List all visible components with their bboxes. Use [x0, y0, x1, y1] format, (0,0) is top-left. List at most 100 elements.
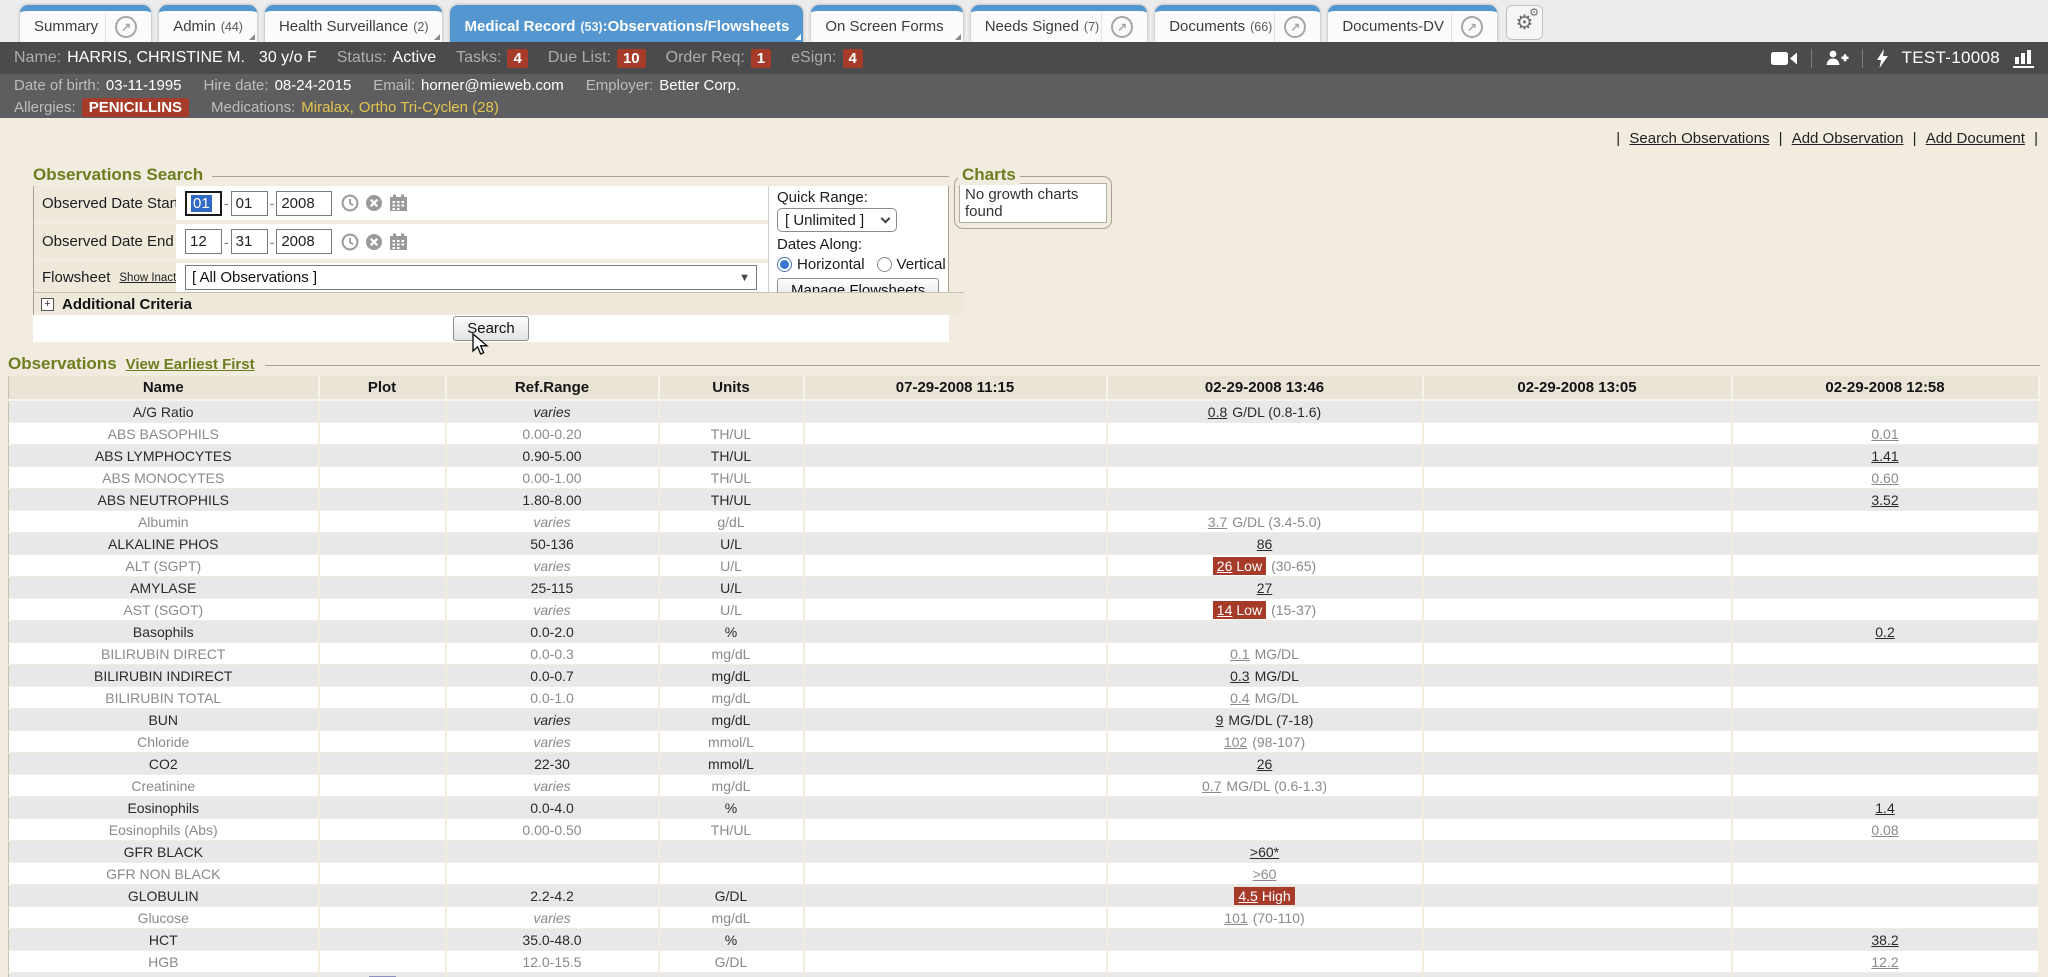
col-date-1: 07-29-2008 11:15	[804, 376, 1107, 400]
clear-date-icon[interactable]	[365, 233, 383, 251]
lightning-bolt-icon[interactable]	[1876, 49, 1889, 68]
value-link[interactable]: 3.7	[1208, 514, 1227, 530]
obs-value-cell	[1423, 753, 1732, 775]
patient-header: Name: HARRIS, CHRISTINE M. 30 y/o F Stat…	[0, 42, 2048, 74]
obs-ref-range-cell: 0.90-5.00	[446, 445, 659, 467]
expand-plus-icon[interactable]: +	[41, 298, 54, 311]
obs-value-cell	[1423, 643, 1732, 665]
order-req-count-badge[interactable]: 1	[751, 49, 771, 68]
obs-units-cell: TH/UL	[659, 423, 804, 445]
obs-value-cell	[804, 687, 1107, 709]
medication-link[interactable]: Miralax	[301, 99, 349, 116]
obs-ref-range-cell: 0.0-4.0	[446, 797, 659, 819]
obs-plot-cell	[319, 951, 446, 973]
value-link[interactable]: 9	[1216, 712, 1224, 728]
quick-range-select[interactable]: [ Unlimited ]	[777, 208, 897, 232]
start-day-input[interactable]: 01	[231, 191, 268, 216]
value-link[interactable]: 0.8	[1208, 404, 1227, 420]
start-month-input[interactable]: 01	[185, 191, 222, 216]
obs-value-cell	[804, 665, 1107, 687]
value-link[interactable]: 0.01	[1871, 426, 1898, 442]
popout-arrow-icon[interactable]: ↗	[1284, 16, 1306, 38]
due-list-count-badge[interactable]: 10	[617, 49, 646, 68]
value-link[interactable]: 0.2	[1875, 624, 1894, 640]
chart-tab[interactable]: Summary ↗	[20, 5, 151, 42]
additional-criteria-toggle[interactable]: + Additional Criteria	[34, 292, 964, 315]
obs-name-cell: Basophils	[9, 621, 319, 643]
value-link[interactable]: 0.08	[1871, 822, 1898, 838]
obs-value-cell	[1732, 687, 2039, 709]
popout-arrow-icon[interactable]: ↗	[115, 16, 137, 38]
search-observations-link[interactable]: Search Observations	[1629, 130, 1769, 147]
value-link[interactable]: 26	[1257, 756, 1273, 772]
allergy-badge[interactable]: PENICILLINS	[82, 98, 189, 117]
vertical-radio[interactable]	[877, 257, 892, 272]
chart-tab[interactable]: Health Surveillance(2) ↗	[265, 5, 443, 42]
calendar-icon[interactable]	[389, 194, 408, 212]
chart-tab[interactable]: On Screen Forms ↗	[811, 5, 962, 42]
value-link[interactable]: 86	[1257, 536, 1273, 552]
chart-tab[interactable]: Documents(66) ↗	[1155, 5, 1320, 42]
value-link[interactable]: 26	[1217, 558, 1233, 574]
col-date-3: 02-29-2008 13:05	[1423, 376, 1732, 400]
obs-ref-range-cell: varies	[446, 709, 659, 731]
value-link[interactable]: >60*	[1250, 844, 1279, 860]
settings-gears-icon[interactable]: ⚙⚙	[1506, 5, 1543, 40]
end-day-input[interactable]: 31	[231, 229, 268, 254]
obs-name-cell: HCT	[9, 929, 319, 951]
bar-chart-icon[interactable]	[2013, 49, 2034, 68]
obs-value-cell: 0.4MG/DL	[1107, 687, 1423, 709]
obs-value-cell	[1423, 797, 1732, 819]
value-link[interactable]: 0.1	[1230, 646, 1249, 662]
chart-tab[interactable]: Documents-DV ↗	[1328, 5, 1497, 42]
time-icon[interactable]	[341, 233, 359, 251]
value-link[interactable]: 14	[1217, 602, 1233, 618]
value-link[interactable]: 1.4	[1875, 800, 1894, 816]
time-icon[interactable]	[341, 194, 359, 212]
obs-value-cell	[1423, 841, 1732, 863]
obs-plot-cell	[319, 445, 446, 467]
medication-link[interactable]: Ortho Tri-Cyclen (28)	[359, 99, 499, 116]
chart-tab[interactable]: Needs Signed(7) ↗	[971, 5, 1148, 42]
value-link[interactable]: >60	[1253, 866, 1277, 882]
horizontal-radio-label: Horizontal	[797, 256, 865, 273]
value-link[interactable]: 0.60	[1871, 470, 1898, 486]
observation-row: ABS LYMPHOCYTES 0.90-5.00 TH/UL 1.41	[9, 445, 2039, 467]
calendar-icon[interactable]	[389, 233, 408, 251]
value-link[interactable]: 3.52	[1871, 492, 1898, 508]
tasks-count-badge[interactable]: 4	[507, 49, 527, 68]
esign-count-badge[interactable]: 4	[843, 49, 863, 68]
horizontal-radio[interactable]	[777, 257, 792, 272]
add-document-link[interactable]: Add Document	[1926, 130, 2025, 147]
video-camera-icon[interactable]	[1771, 50, 1798, 67]
add-observation-link[interactable]: Add Observation	[1792, 130, 1904, 147]
page-action-links: | Search Observations | Add Observation …	[1616, 130, 2038, 147]
value-link[interactable]: 0.7	[1202, 778, 1221, 794]
value-link[interactable]: 38.2	[1871, 932, 1898, 948]
obs-value-cell: 4.5High	[1107, 885, 1423, 907]
end-month-input[interactable]: 12	[185, 229, 222, 254]
end-year-input[interactable]: 2008	[276, 229, 332, 254]
value-link[interactable]: 27	[1257, 580, 1273, 596]
value-link[interactable]: 4.5	[1238, 888, 1257, 904]
value-link[interactable]: 12.2	[1871, 954, 1898, 970]
chart-tab[interactable]: Admin(44) ↗	[159, 5, 257, 42]
popout-arrow-icon[interactable]: ↗	[1461, 16, 1483, 38]
view-earliest-first-link[interactable]: View Earliest First	[126, 356, 255, 373]
medications-label: Medications:	[211, 99, 295, 116]
search-button[interactable]: Search	[453, 316, 529, 341]
chart-tab[interactable]: Medical Record(53):Observations/Flowshee…	[450, 5, 803, 42]
clear-date-icon[interactable]	[365, 194, 383, 212]
flowsheet-select[interactable]: [ All Observations ]▼	[185, 265, 757, 290]
value-link[interactable]: 0.3	[1230, 668, 1249, 684]
add-person-icon[interactable]	[1825, 49, 1849, 67]
obs-units-cell: mg/dL	[659, 775, 804, 797]
value-link[interactable]: 0.4	[1230, 690, 1249, 706]
tab-label: Summary	[34, 18, 98, 35]
start-year-input[interactable]: 2008	[276, 191, 332, 216]
value-link[interactable]: 102	[1224, 734, 1247, 750]
value-link[interactable]: 101	[1224, 910, 1247, 926]
popout-arrow-icon[interactable]: ↗	[1111, 16, 1133, 38]
value-link[interactable]: 1.41	[1871, 448, 1898, 464]
obs-value-cell: >60	[1107, 863, 1423, 885]
